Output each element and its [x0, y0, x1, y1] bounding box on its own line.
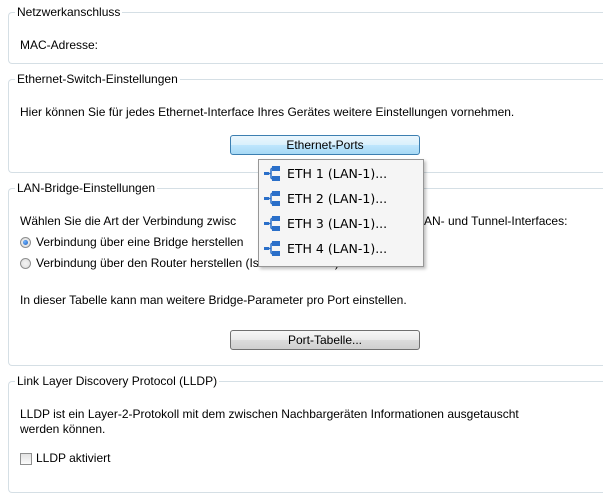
network-port-icon [264, 166, 280, 181]
group-legend-lan-bridge: LAN-Bridge-Einstellungen [15, 181, 158, 196]
menu-item-eth2-label: ETH 2 (LAN-1)... [287, 191, 388, 206]
menu-item-eth4[interactable]: ETH 4 (LAN-1)... [261, 237, 419, 261]
lan-bridge-description-right: AN- und Tunnel-Interfaces: [424, 214, 568, 228]
group-legend-lldp: Link Layer Discovery Protocol (LLDP) [15, 374, 220, 389]
menu-item-eth2[interactable]: ETH 2 (LAN-1)... [261, 187, 419, 211]
menu-item-eth3-label: ETH 3 (LAN-1)... [287, 216, 388, 231]
menu-item-eth4-label: ETH 4 (LAN-1)... [287, 241, 388, 256]
lldp-checkbox[interactable] [20, 453, 32, 465]
radio-bridge[interactable] [20, 237, 31, 248]
group-legend-ethernet-switch: Ethernet-Switch-Einstellungen [15, 72, 180, 87]
lldp-description-line1: LLDP ist ein Layer-2-Protokoll mit dem z… [20, 407, 519, 421]
port-table-button[interactable]: Port-Tabelle... [230, 330, 420, 350]
ethernet-ports-menu: ETH 1 (LAN-1)... ETH 2 (LAN-1)... ETH 3 … [258, 159, 424, 267]
menu-item-eth1-label: ETH 1 (LAN-1)... [287, 166, 388, 181]
menu-item-eth1[interactable]: ETH 1 (LAN-1)... [261, 162, 419, 186]
lldp-description-line2: werden können. [20, 422, 106, 436]
group-netzwerkanschluss: Netzwerkanschluss MAC-Adresse: [8, 5, 603, 64]
radio-bridge-label[interactable]: Verbindung über eine Bridge herstellen [36, 235, 243, 250]
network-port-icon [264, 241, 280, 256]
radio-bridge-selected-dot [23, 240, 28, 245]
radio-router[interactable] [20, 258, 31, 269]
group-lldp: Link Layer Discovery Protocol (LLDP) LLD… [8, 374, 603, 493]
mac-address-label: MAC-Adresse: [20, 38, 99, 52]
group-legend-netzwerkanschluss: Netzwerkanschluss [15, 5, 123, 20]
lan-bridge-description-left: Wählen Sie die Art der Verbindung zwisc [20, 214, 237, 228]
menu-item-eth3[interactable]: ETH 3 (LAN-1)... [261, 212, 419, 236]
network-port-icon [264, 216, 280, 231]
network-port-icon [264, 191, 280, 206]
lldp-checkbox-label[interactable]: LLDP aktiviert [36, 451, 110, 466]
ethernet-switch-description: Hier können Sie für jedes Ethernet-Inter… [20, 105, 515, 119]
ethernet-ports-button[interactable]: Ethernet-Ports [230, 135, 420, 155]
port-table-description: In dieser Tabelle kann man weitere Bridg… [20, 293, 407, 307]
